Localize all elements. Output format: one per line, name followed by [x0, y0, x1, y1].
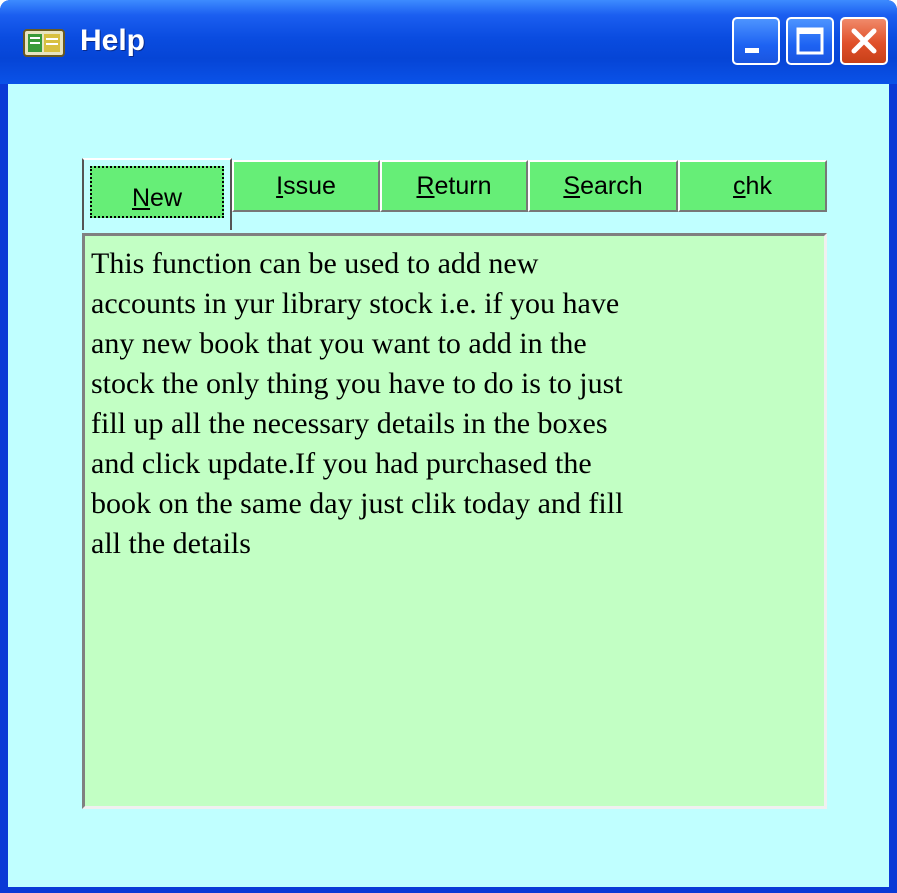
library-app-icon — [23, 29, 65, 57]
window-title: Help — [80, 24, 146, 57]
tab-chk-label: hk — [745, 172, 772, 200]
tab-search-accel: S — [563, 172, 581, 200]
help-text-box[interactable]: This function can be used to add new acc… — [82, 233, 827, 809]
tab-return[interactable]: Return — [380, 160, 528, 212]
tab-new-label: ew — [150, 184, 183, 212]
tab-issue[interactable]: Issue — [232, 160, 380, 212]
help-window: Help New Issue Return Search chk This fu… — [0, 0, 897, 893]
tab-return-label: eturn — [434, 172, 492, 200]
tab-search[interactable]: Search — [528, 160, 678, 212]
close-button[interactable] — [840, 17, 888, 65]
tab-issue-label: ssue — [283, 172, 336, 200]
tab-new-inner: New — [90, 166, 224, 218]
tab-return-accel: R — [416, 172, 435, 200]
tab-new[interactable]: New — [82, 158, 232, 230]
minimize-icon — [745, 48, 759, 53]
tab-chk[interactable]: chk — [678, 160, 827, 212]
minimize-button[interactable] — [732, 17, 780, 65]
tab-search-label: earch — [580, 172, 643, 200]
close-icon — [851, 28, 877, 54]
tab-chk-accel: c — [733, 172, 746, 200]
tab-new-accel: N — [131, 184, 151, 212]
maximize-icon — [796, 27, 824, 55]
maximize-button[interactable] — [786, 17, 834, 65]
title-bar[interactable]: Help — [0, 0, 897, 84]
